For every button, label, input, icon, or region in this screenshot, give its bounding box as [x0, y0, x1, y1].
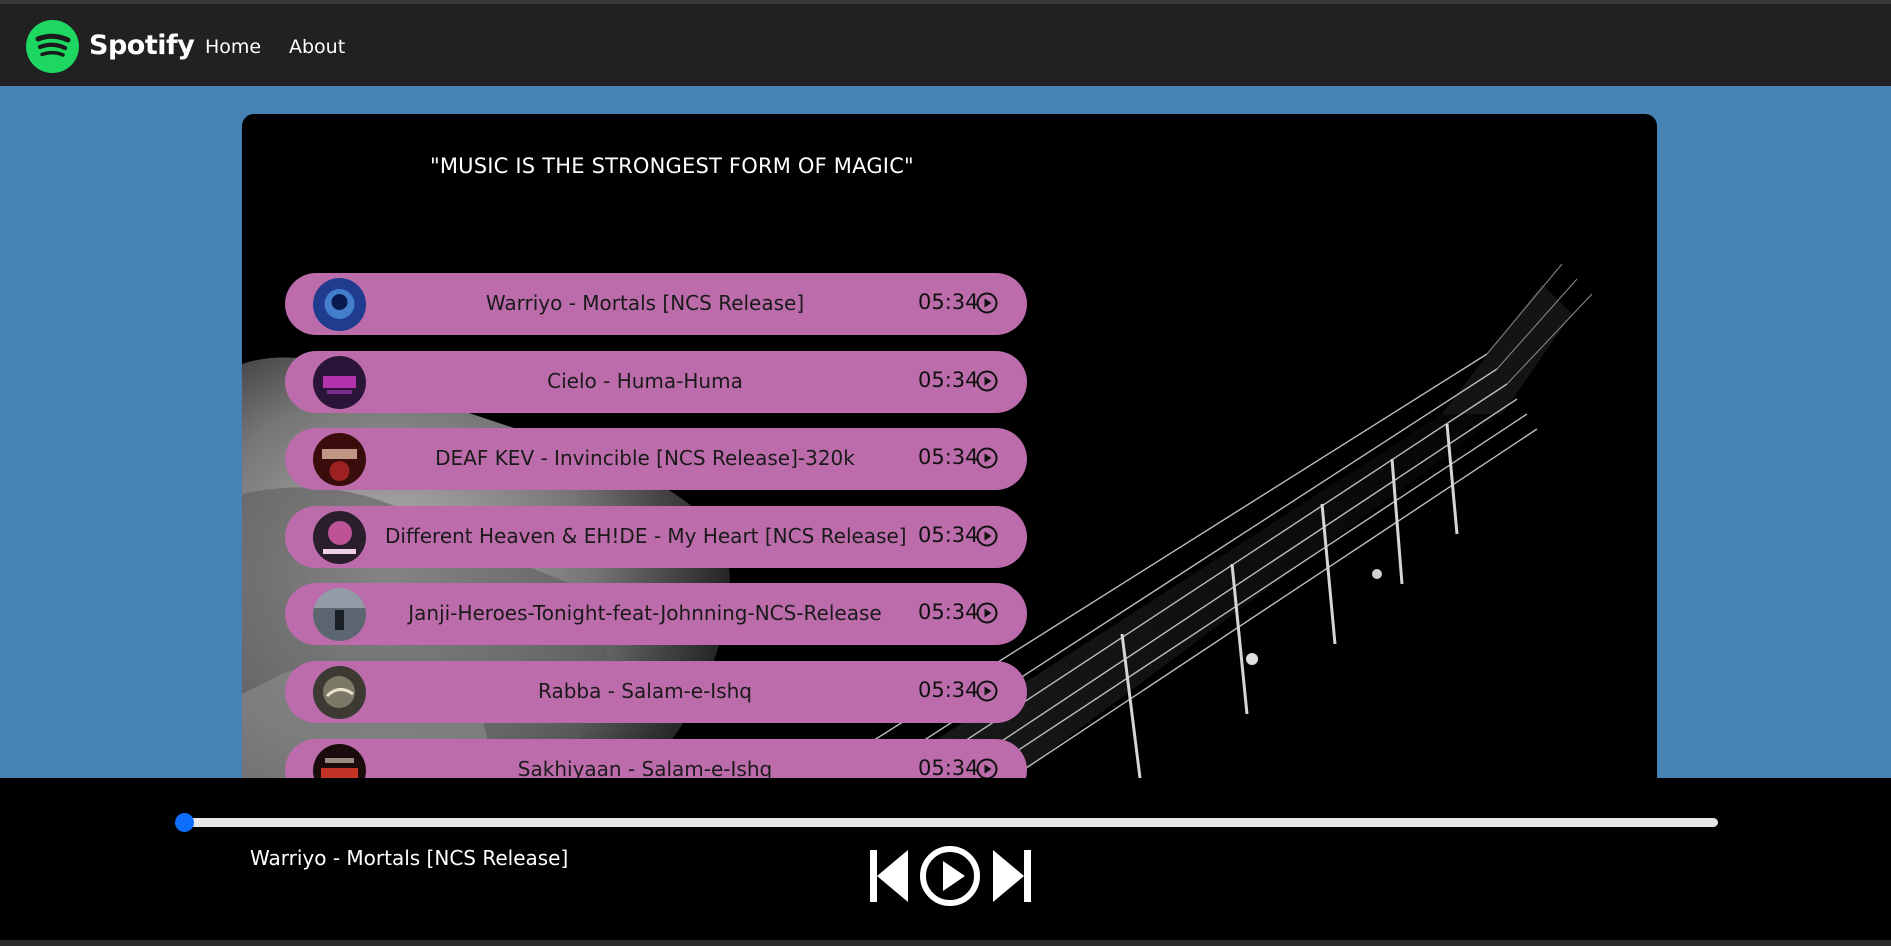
- song-duration: 05:34: [918, 522, 979, 547]
- song-item[interactable]: Cielo - Huma-Huma 05:34: [285, 350, 1027, 413]
- song-title: DEAF KEV - Invincible [NCS Release]-320k: [435, 446, 855, 471]
- song-duration: 05:34: [918, 755, 979, 780]
- song-cover-image: [313, 588, 366, 642]
- song-item[interactable]: Warriyo - Mortals [NCS Release] 05:34: [285, 273, 1027, 335]
- play-circle-icon[interactable]: [976, 525, 998, 547]
- quote-text: "MUSIC IS THE STRONGEST FORM OF MAGIC": [430, 154, 914, 178]
- player-bar: Warriyo - Mortals [NCS Release]: [0, 778, 1891, 946]
- song-duration: 05:34: [918, 600, 979, 625]
- song-cover-image: [313, 355, 366, 409]
- skip-previous-icon[interactable]: [868, 848, 910, 904]
- play-circle-icon[interactable]: [976, 447, 998, 469]
- brand-name[interactable]: Spotify: [89, 30, 195, 61]
- song-title: Different Heaven & EH!DE - My Heart [NCS…: [385, 523, 907, 548]
- spotify-logo-icon[interactable]: [26, 20, 79, 73]
- song-title: Cielo - Huma-Huma: [547, 368, 743, 393]
- progress-thumb[interactable]: [175, 813, 194, 832]
- skip-next-icon[interactable]: [991, 848, 1033, 904]
- progress-slider[interactable]: [175, 813, 1718, 832]
- play-circle-icon[interactable]: [976, 758, 998, 780]
- play-circle-icon[interactable]: [976, 292, 998, 314]
- song-cover-image: [313, 665, 366, 719]
- play-circle-icon[interactable]: [976, 370, 998, 392]
- song-title: Warriyo - Mortals [NCS Release]: [485, 291, 805, 315]
- song-title: Sakhiyaan - Salam-e-Ishq: [517, 756, 773, 781]
- play-circle-icon[interactable]: [919, 845, 981, 907]
- song-duration: 05:34: [918, 367, 979, 392]
- nav-home-link[interactable]: Home: [205, 36, 261, 58]
- window-bottom-edge: [0, 940, 1891, 946]
- song-item[interactable]: Janji-Heroes-Tonight-feat-Johnning-NCS-R…: [285, 583, 1027, 646]
- song-title: Rabba - Salam-e-Ishq: [538, 678, 752, 703]
- song-item[interactable]: Rabba - Salam-e-Ishq 05:34: [285, 660, 1027, 723]
- song-title: Janji-Heroes-Tonight-feat-Johnning-NCS-R…: [408, 601, 882, 626]
- song-cover-image: [313, 510, 366, 564]
- song-list: Warriyo - Mortals [NCS Release] 05:34 Ci…: [285, 273, 1027, 794]
- song-duration: 05:34: [918, 290, 979, 314]
- song-cover-image: [313, 278, 366, 331]
- navbar: Spotify Home About: [0, 0, 1891, 86]
- play-circle-icon[interactable]: [976, 680, 998, 702]
- song-item[interactable]: DEAF KEV - Invincible [NCS Release]-320k…: [285, 428, 1027, 491]
- song-cover-image: [313, 433, 366, 487]
- now-playing-title: Warriyo - Mortals [NCS Release]: [250, 846, 569, 870]
- song-item[interactable]: Different Heaven & EH!DE - My Heart [NCS…: [285, 505, 1027, 568]
- song-list-container: "MUSIC IS THE STRONGEST FORM OF MAGIC" W…: [242, 114, 1657, 794]
- play-circle-icon[interactable]: [976, 602, 998, 624]
- nav-about-link[interactable]: About: [289, 36, 345, 58]
- song-duration: 05:34: [918, 677, 979, 702]
- song-duration: 05:34: [918, 445, 979, 470]
